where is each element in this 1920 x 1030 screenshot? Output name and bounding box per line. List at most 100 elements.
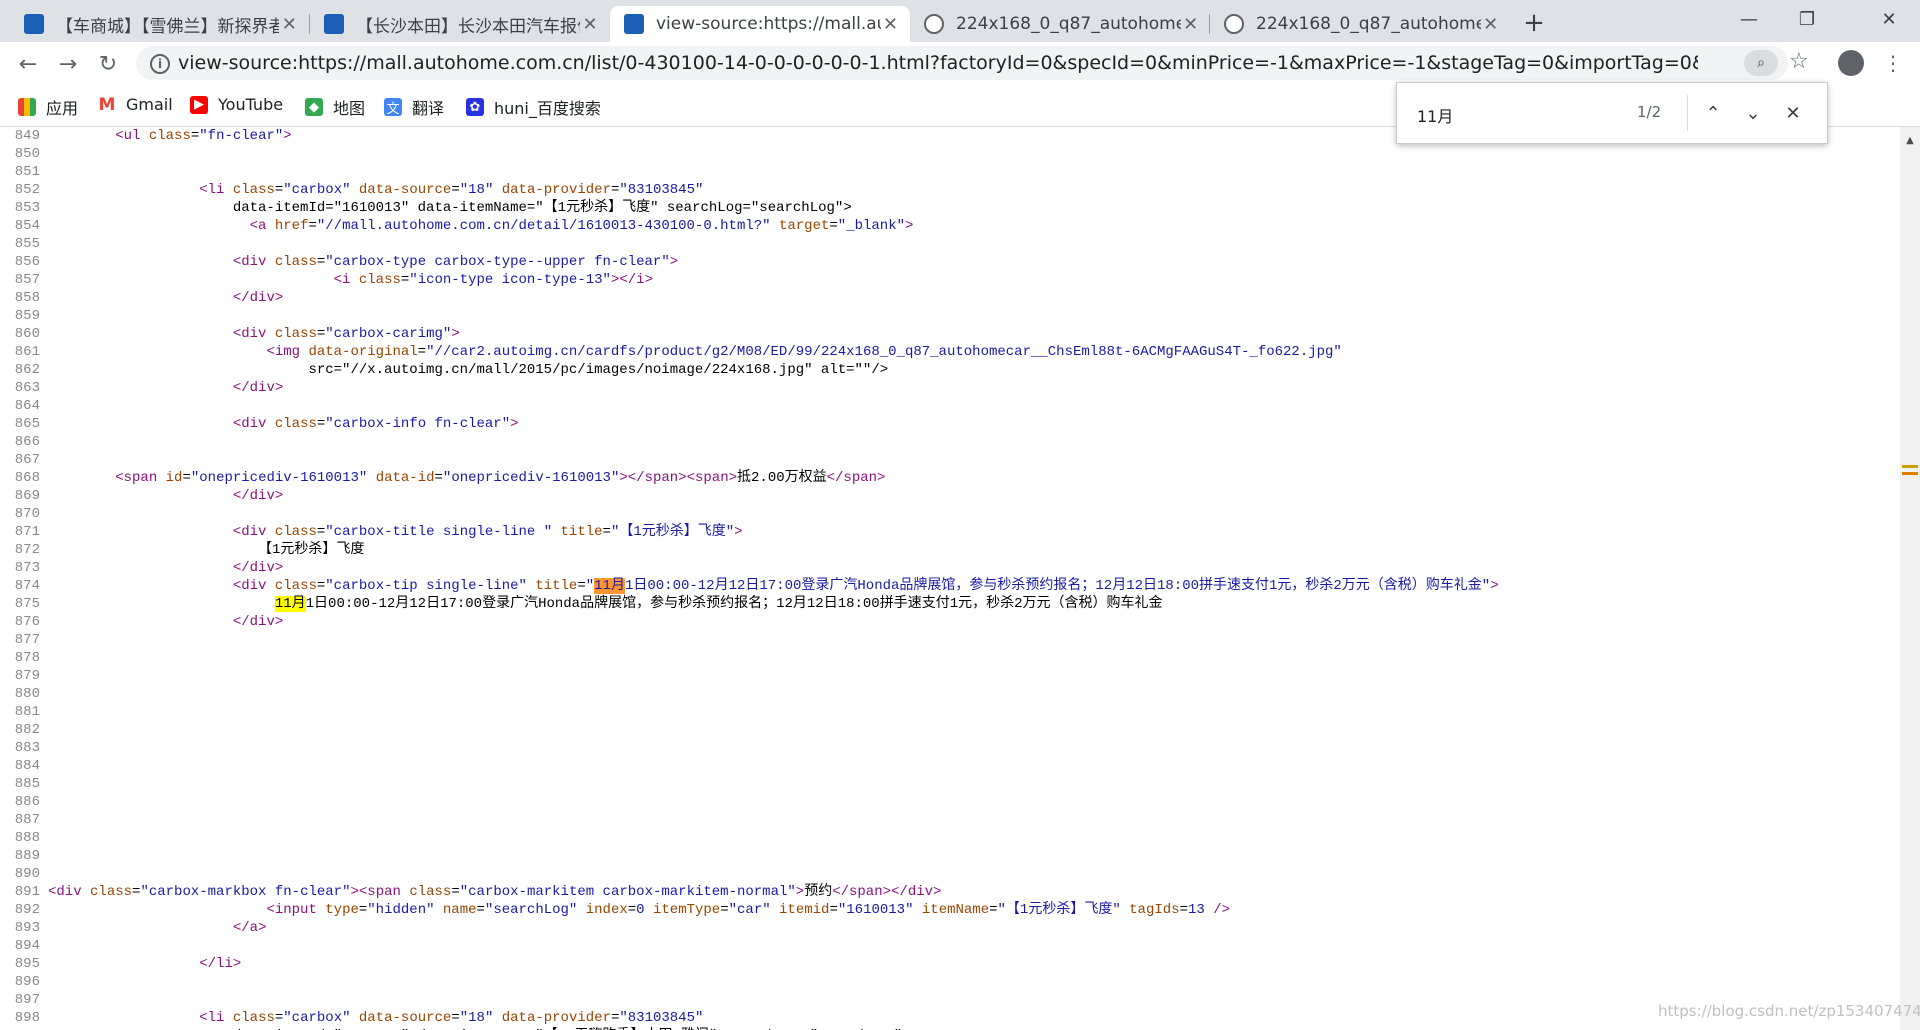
source-line: 881 — [0, 703, 1900, 721]
close-icon[interactable]: ✕ — [1181, 13, 1200, 35]
source-line: 890 — [0, 865, 1900, 883]
tab-title: 【长沙本田】长沙本田汽车报价_ — [356, 16, 580, 37]
line-number: 859 — [14, 308, 40, 324]
reload-button[interactable]: ↻ — [92, 48, 124, 80]
line-number: 876 — [14, 614, 40, 630]
line-code: <i class="icon-type icon-type-13"></i> — [333, 272, 653, 288]
restore-button[interactable]: ❐ — [1778, 0, 1836, 38]
line-code: data-itemId="1610013" data-itemName="【1元… — [48, 200, 852, 216]
line-number: 862 — [14, 362, 40, 378]
vertical-scrollbar[interactable]: ▲ — [1900, 127, 1920, 1030]
toolbar: ← → ↻ i view-source:https://mall.autohom… — [0, 42, 1920, 84]
bookmark-youtube[interactable]: ▶ YouTube — [190, 95, 283, 114]
source-line: 877 — [0, 631, 1900, 649]
watermark: https://blog.csdn.net/zp1534074749 — [1658, 1002, 1920, 1020]
line-code: <li class="carbox" data-source="18" data… — [199, 1010, 704, 1026]
line-number: 880 — [14, 686, 40, 702]
chevron-up-icon[interactable]: ⌃ — [1699, 99, 1727, 127]
source-line: 858 </div> — [0, 289, 1900, 307]
line-number: 855 — [14, 236, 40, 252]
address-bar[interactable]: i view-source:https://mall.autohome.com.… — [136, 46, 1809, 80]
close-icon[interactable]: ✕ — [1779, 99, 1807, 127]
line-code: <div class="carbox-carimg"> — [232, 326, 460, 342]
close-icon[interactable]: ✕ — [881, 13, 900, 35]
line-number: 893 — [14, 920, 40, 936]
line-number: 872 — [14, 542, 40, 558]
close-icon[interactable]: ✕ — [1481, 13, 1500, 35]
line-number: 870 — [14, 506, 40, 522]
minimize-button[interactable]: — — [1720, 0, 1778, 38]
source-line: 884 — [0, 757, 1900, 775]
address-url[interactable]: view-source:https://mall.autohome.com.cn… — [178, 52, 1698, 74]
bookmark-gmail[interactable]: M Gmail — [98, 94, 173, 115]
bookmark-maps[interactable]: ◆ 地图 — [305, 95, 365, 119]
source-line: 862 src="//x.autoimg.cn/mall/2015/pc/ima… — [0, 361, 1900, 379]
source-line: 854 <a href="//mall.autohome.com.cn/deta… — [0, 217, 1900, 235]
bookmark-label: Gmail — [126, 95, 173, 114]
star-icon[interactable]: ☆ — [1789, 49, 1809, 74]
line-code: <div class="carbox-markbox fn-clear"><sp… — [48, 884, 942, 900]
info-icon[interactable]: i — [150, 54, 170, 74]
tab-title: view-source:https://mall.autoh — [656, 14, 881, 34]
youtube-icon: ▶ — [190, 95, 208, 114]
line-number: 891 — [14, 884, 40, 900]
tab-title: 224x168_0_q87_autohomecar_ — [1256, 14, 1482, 34]
line-code: </li> — [199, 956, 242, 972]
line-number: 897 — [14, 992, 40, 1008]
bookmark-baidu[interactable]: ✿ huni_百度搜索 — [466, 95, 601, 119]
close-icon[interactable]: ✕ — [580, 13, 600, 35]
menu-icon[interactable]: ⋮ — [1883, 50, 1903, 76]
find-match-highlight: 11月 — [594, 578, 625, 594]
line-code: <div class="carbox-tip single-line" titl… — [232, 578, 1499, 594]
line-number: 852 — [14, 182, 40, 198]
source-line: 896 — [0, 973, 1900, 991]
source-view[interactable]: 849 <ul class="fn-clear"> 850 851 852 <li c… — [0, 127, 1900, 1030]
tab-4[interactable]: 224x168_0_q87_autohomecar_ ✕ — [910, 6, 1210, 42]
profile-icon[interactable] — [1838, 50, 1864, 76]
source-line: 852 <li class="carbox" data-source="18" … — [0, 181, 1900, 199]
source-line: 865 <div class="carbox-info fn-clear"> — [0, 415, 1900, 433]
back-button[interactable]: ← — [12, 48, 44, 80]
close-icon[interactable]: ✕ — [279, 13, 300, 35]
line-number: 887 — [14, 812, 40, 828]
source-line: 898 <li class="carbox" data-source="18" … — [0, 1009, 1900, 1027]
line-number: 857 — [14, 272, 40, 288]
tab-2[interactable]: 【长沙本田】长沙本田汽车报价_ ✕ — [310, 6, 610, 42]
line-number: 895 — [14, 956, 40, 972]
chevron-down-icon[interactable]: ⌄ — [1739, 99, 1767, 127]
forward-button[interactable]: → — [52, 48, 84, 80]
bookmark-label: 地图 — [333, 99, 366, 118]
line-number: 884 — [14, 758, 40, 774]
gmail-icon: M — [98, 94, 116, 115]
apps-grid-icon — [18, 98, 36, 116]
find-in-page-icon[interactable]: ⌕ — [1744, 50, 1778, 76]
line-code: <div class="carbox-title single-line " t… — [232, 524, 743, 540]
tab-1[interactable]: 【车商城】【雪佛兰】新探界者 ✕ — [10, 6, 310, 42]
source-line: 880 — [0, 685, 1900, 703]
bookmark-apps[interactable]: 应用 — [18, 95, 78, 119]
source-line: 895 </li> — [0, 955, 1900, 973]
line-code: </div> — [232, 488, 284, 504]
line-number: 868 — [14, 470, 40, 486]
tab-5[interactable]: 224x168_0_q87_autohomecar_ ✕ — [1210, 6, 1510, 42]
line-number: 875 — [14, 596, 40, 612]
line-number: 882 — [14, 722, 40, 738]
source-line: 883 — [0, 739, 1900, 757]
source-line: 863 </div> — [0, 379, 1900, 397]
find-match-marker — [1902, 465, 1918, 468]
globe-icon — [924, 14, 944, 34]
new-tab-button[interactable]: + — [1519, 8, 1549, 38]
line-code: src="//x.autoimg.cn/mall/2015/pc/images/… — [48, 362, 889, 378]
bookmark-translate[interactable]: 文 翻译 — [384, 95, 444, 119]
line-number: 865 — [14, 416, 40, 432]
line-number: 894 — [14, 938, 40, 954]
bookmark-label: 应用 — [46, 99, 79, 118]
line-number: 878 — [14, 650, 40, 666]
find-input[interactable]: 11月 — [1417, 103, 1453, 127]
source-line: 860 <div class="carbox-carimg"> — [0, 325, 1900, 343]
line-number: 863 — [14, 380, 40, 396]
line-number: 885 — [14, 776, 40, 792]
window-close-button[interactable]: ✕ — [1860, 0, 1918, 38]
tab-3-active[interactable]: view-source:https://mall.autoh ✕ — [610, 6, 910, 42]
scroll-up-arrow-icon[interactable]: ▲ — [1900, 135, 1920, 146]
